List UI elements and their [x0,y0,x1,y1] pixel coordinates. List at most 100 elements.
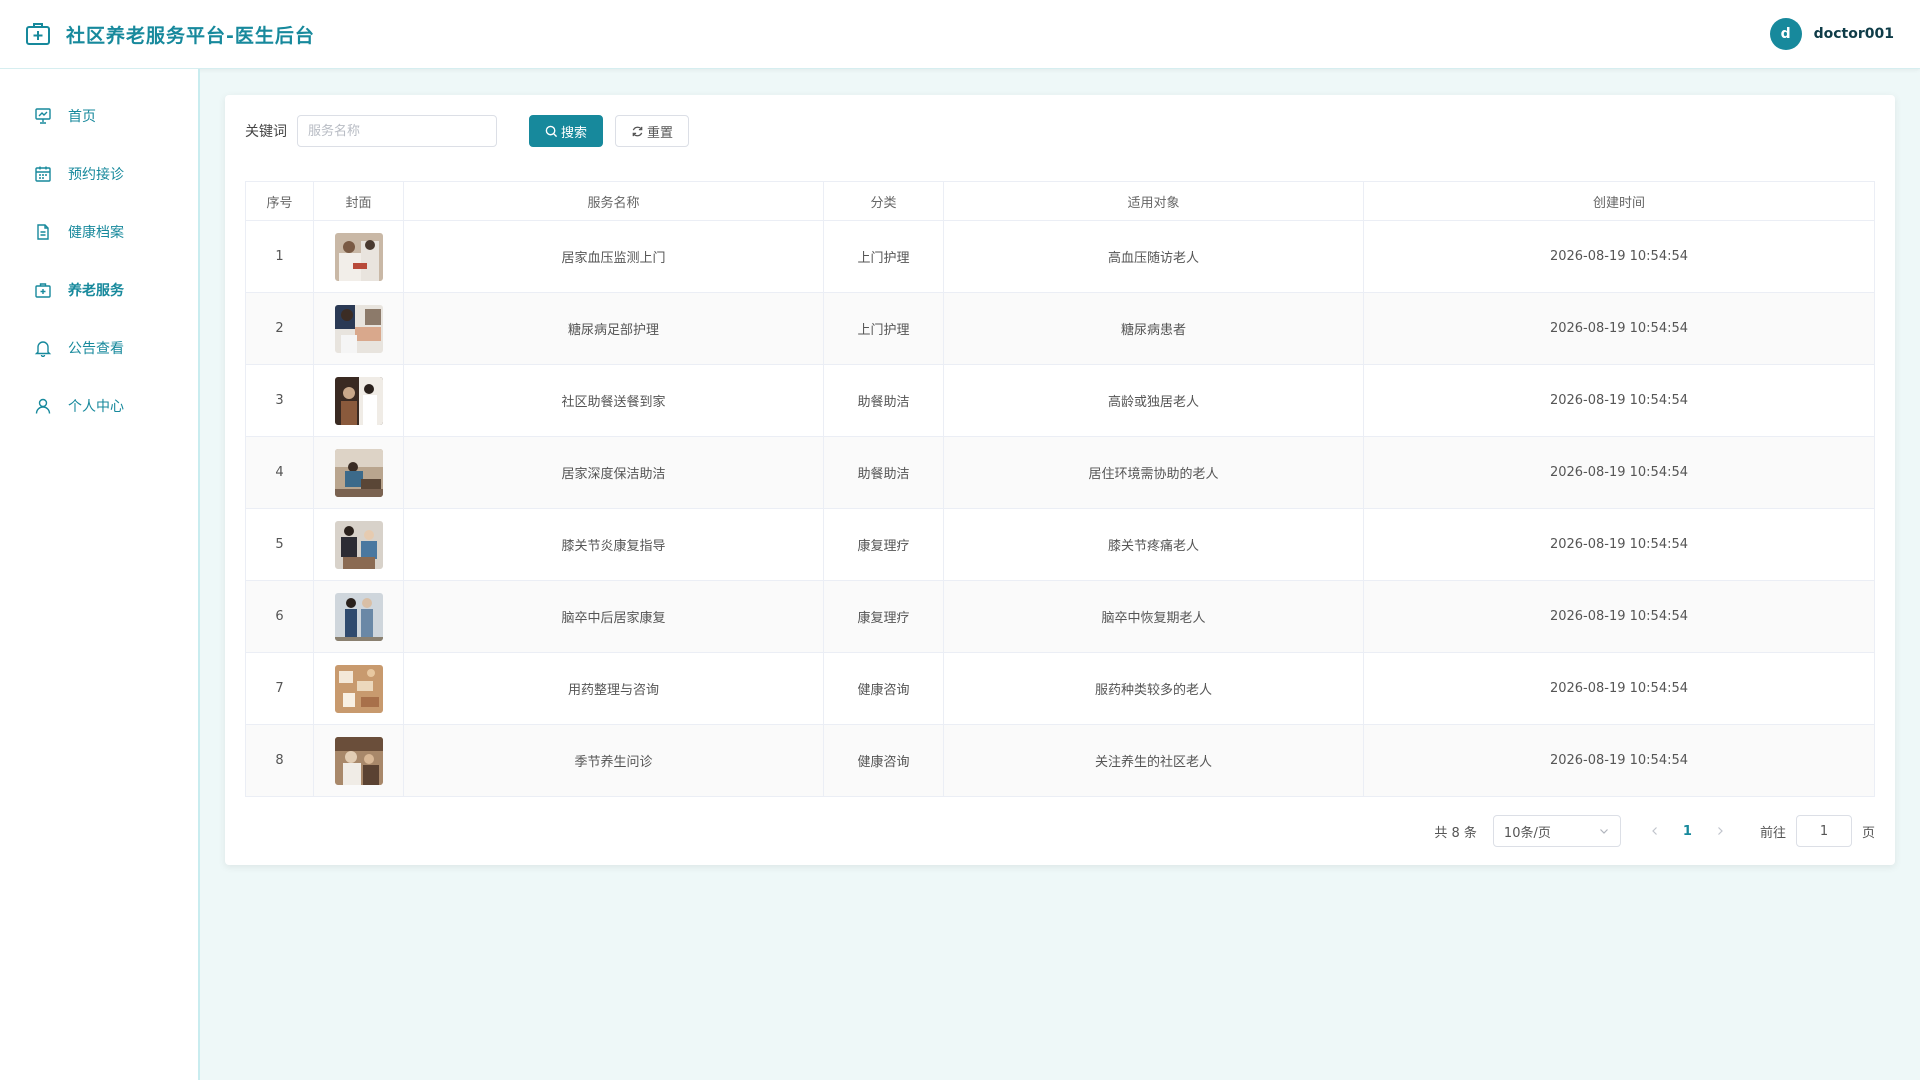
search-input[interactable] [297,115,497,147]
service-target: 脑卒中恢复期老人 [943,580,1364,653]
page-size-select[interactable]: 10条/页 [1492,815,1621,847]
sidebar-item-label: 首页 [68,109,96,125]
sidebar-item-elderly-services[interactable]: 养老服务 [0,261,198,319]
chart-board-icon [35,108,51,124]
column-header: 服务名称 [403,181,824,221]
service-target: 居住环境需协助的老人 [943,436,1364,509]
created-time: 2026-08-19 10:54:54 [1363,652,1875,725]
service-name: 糖尿病足部护理 [403,292,824,365]
cover-image[interactable] [334,304,383,353]
table-row[interactable]: 6 脑卒中后居家康复 康复理疗 脑卒中恢复期老人 2026-08-19 10:5… [245,580,1875,653]
row-index: 2 [245,292,314,365]
created-time: 2026-08-19 10:54:54 [1363,508,1875,581]
created-time: 2026-08-19 10:54:54 [1363,220,1875,293]
search-button[interactable]: 搜索 [529,115,604,147]
service-target: 高血压随访老人 [943,220,1364,293]
user-menu[interactable]: d doctor001 [1769,18,1894,50]
created-time: 2026-08-19 10:54:54 [1363,580,1875,653]
cover-image[interactable] [334,592,383,641]
service-name: 季节养生问诊 [403,724,824,797]
table-row[interactable]: 3 社区助餐送餐到家 助餐助洁 高龄或独居老人 2026-08-19 10:54… [245,364,1875,437]
service-name: 用药整理与咨询 [403,652,824,725]
calendar-icon [35,166,51,182]
sidebar-item-home[interactable]: 首页 [0,87,198,145]
sidebar-item-profile[interactable]: 个人中心 [0,377,198,435]
chevron-left-icon [1652,827,1657,835]
chevron-down-icon [1599,829,1608,834]
cover-image[interactable] [334,448,383,497]
goto-page: 前往 页 [1760,815,1875,847]
column-header: 适用对象 [943,181,1364,221]
table-row[interactable]: 2 糖尿病足部护理 上门护理 糖尿病患者 2026-08-19 10:54:54 [245,292,1875,365]
sidebar-item-appointments[interactable]: 预约接诊 [0,145,198,203]
bell-icon [34,341,52,357]
reset-button[interactable]: 重置 [615,115,690,147]
service-category: 康复理疗 [823,508,944,581]
service-category: 康复理疗 [823,580,944,653]
service-target: 膝关节疼痛老人 [943,508,1364,581]
column-header: 创建时间 [1363,181,1875,221]
service-name: 居家血压监测上门 [403,220,824,293]
service-category: 健康咨询 [823,652,944,725]
created-time: 2026-08-19 10:54:54 [1363,364,1875,437]
cover-image[interactable] [334,232,383,281]
goto-label: 前往 [1759,825,1786,841]
sidebar-item-announcements[interactable]: 公告查看 [0,319,198,377]
sidebar: 首页 预约接诊 健康档案 养老服务 公告查看 个人中心 [0,69,200,1080]
table-header-row: 序号 封面 服务名称 分类 适用对象 创建时间 [245,181,1875,221]
table-row[interactable]: 4 居家深度保洁助洁 助餐助洁 居住环境需协助的老人 2026-08-19 10… [245,436,1875,509]
goto-page-input[interactable] [1795,815,1852,847]
service-name: 膝关节炎康复指导 [403,508,824,581]
table-row[interactable]: 5 膝关节炎康复指导 康复理疗 膝关节疼痛老人 2026-08-19 10:54… [245,508,1875,581]
created-time: 2026-08-19 10:54:54 [1363,724,1875,797]
service-target: 高龄或独居老人 [943,364,1364,437]
medical-kit-icon [26,23,50,45]
table-row[interactable]: 7 用药整理与咨询 健康咨询 服药种类较多的老人 2026-08-19 10:5… [245,652,1875,725]
cover-image[interactable] [334,376,383,425]
page-size-value: 10条/页 [1503,825,1551,841]
cover-image[interactable] [334,736,383,785]
reset-button-label: 重置 [647,125,674,141]
service-category: 助餐助洁 [823,364,944,437]
username[interactable]: doctor001 [1814,26,1894,42]
service-target: 关注养生的社区老人 [943,724,1364,797]
sidebar-item-label: 预约接诊 [68,167,124,183]
avatar[interactable]: d [1769,18,1802,50]
top-header: 社区养老服务平台-医生后台 d doctor001 [0,0,1920,69]
table-row[interactable]: 8 季节养生问诊 健康咨询 关注养生的社区老人 2026-08-19 10:54… [245,724,1875,797]
cover-image[interactable] [334,520,383,569]
prev-page-button[interactable] [1641,817,1669,845]
page-number-current[interactable]: 1 [1683,824,1692,839]
user-icon [35,398,51,414]
created-time: 2026-08-19 10:54:54 [1363,436,1875,509]
row-index: 8 [245,724,314,797]
service-name: 居家深度保洁助洁 [403,436,824,509]
column-header: 封面 [313,181,404,221]
service-category: 上门护理 [823,292,944,365]
brand: 社区养老服务平台-医生后台 [24,20,315,48]
keyword-label: 关键词 [245,124,287,140]
table-row[interactable]: 1 居家血压监测上门 上门护理 高血压随访老人 2026-08-19 10:54… [245,220,1875,293]
service-category: 上门护理 [823,220,944,293]
column-header: 分类 [823,181,944,221]
service-category: 助餐助洁 [823,436,944,509]
sidebar-item-label: 个人中心 [68,399,124,415]
row-index: 3 [245,364,314,437]
column-header: 序号 [245,181,314,221]
service-target: 糖尿病患者 [943,292,1364,365]
app-title: 社区养老服务平台-医生后台 [66,24,315,47]
service-name: 脑卒中后居家康复 [403,580,824,653]
row-index: 1 [245,220,314,293]
medical-kit-icon [35,283,51,298]
service-category: 健康咨询 [823,724,944,797]
cover-image[interactable] [334,664,383,713]
row-index: 6 [245,580,314,653]
sidebar-item-health-records[interactable]: 健康档案 [0,203,198,261]
page-suffix: 页 [1861,825,1875,841]
sidebar-item-label: 健康档案 [68,225,124,241]
next-page-button[interactable] [1706,817,1734,845]
document-icon [37,224,49,240]
refresh-icon [632,126,643,136]
search-toolbar: 关键词 搜索 重置 [245,115,690,147]
services-table: 序号 封面 服务名称 分类 适用对象 创建时间 1 居家血压监测上门 上门护理 … [245,181,1875,797]
